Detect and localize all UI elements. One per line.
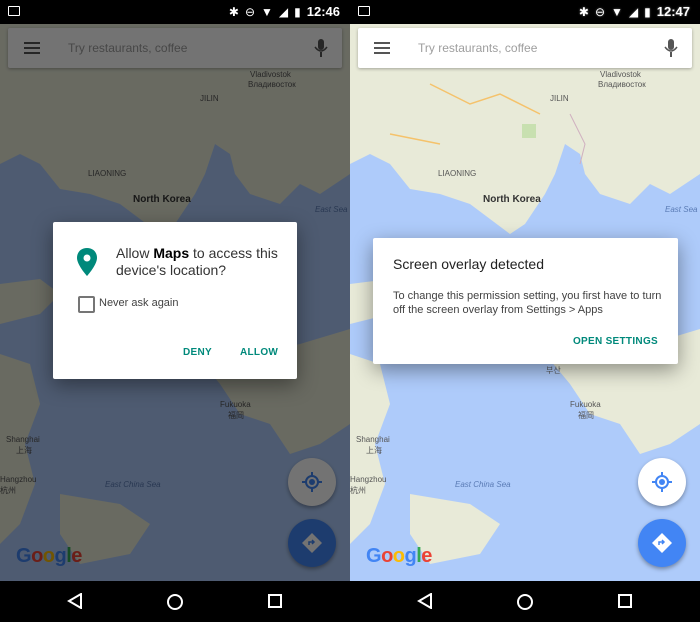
map-label-east-sea: East Sea — [665, 205, 698, 214]
open-settings-button[interactable]: OPEN SETTINGS — [573, 336, 658, 347]
clock: 12:46 — [306, 4, 340, 19]
image-notification-icon — [358, 6, 370, 16]
status-bar: ✱ ⊖ ▼ ◢ ▮ 12:46 — [0, 0, 350, 24]
clock: 12:47 — [656, 4, 690, 19]
never-ask-label[interactable]: Never ask again — [99, 297, 179, 309]
overlay-dialog-title: Screen overlay detected — [393, 256, 544, 272]
map-label-vladivostok: Vladivostok — [600, 70, 641, 79]
map-label-busan: 부산 — [546, 366, 561, 375]
wifi-icon: ▼ — [261, 4, 273, 19]
wifi-icon: ▼ — [611, 4, 623, 19]
map-label-fukuoka: Fukuoka — [570, 400, 601, 409]
recents-icon[interactable] — [267, 593, 283, 609]
search-placeholder: Try restaurants, coffee — [418, 41, 538, 55]
home-icon[interactable] — [166, 593, 184, 611]
overlay-dialog: Screen overlay detected To change this p… — [373, 238, 678, 364]
bluetooth-icon: ✱ — [578, 4, 589, 19]
left-screen: ✱ ⊖ ▼ ◢ ▮ 12:46 Vladivostok Владивосток … — [0, 0, 350, 622]
permission-dialog-title: Allow Maps to access this device's locat… — [116, 245, 286, 279]
directions-icon — [652, 533, 672, 553]
map-label-fukuoka-jp: 福岡 — [578, 411, 594, 420]
my-location-icon — [652, 472, 672, 492]
nav-bar — [350, 581, 700, 622]
google-logo: Google — [366, 545, 432, 567]
recents-icon[interactable] — [617, 593, 633, 609]
map-label-vladivostok-ru: Владивосток — [598, 80, 646, 89]
map-label-hangzhou-cn: 杭州 — [350, 486, 366, 495]
menu-icon[interactable] — [374, 42, 390, 57]
map-label-jilin: JILIN — [550, 94, 569, 103]
bluetooth-icon: ✱ — [228, 4, 239, 19]
map-label-east-china-sea: East China Sea — [455, 480, 511, 489]
nav-bar — [0, 581, 350, 622]
map-label-shanghai-cn: 上海 — [366, 446, 382, 455]
signal-icon: ◢ — [278, 4, 289, 19]
status-bar: ✱ ⊖ ▼ ◢ ▮ 12:47 — [350, 0, 700, 24]
battery-icon: ▮ — [644, 4, 651, 19]
right-screen: ✱ ⊖ ▼ ◢ ▮ 12:47 Vladivostok Владивосток … — [350, 0, 700, 622]
title-prefix: Allow — [116, 245, 154, 261]
back-icon[interactable] — [67, 593, 83, 609]
search-bar[interactable]: Try restaurants, coffee — [358, 28, 692, 68]
permission-dialog: Allow Maps to access this device's locat… — [53, 222, 297, 379]
directions-button[interactable] — [638, 519, 686, 567]
signal-icon: ◢ — [628, 4, 639, 19]
my-location-button[interactable] — [638, 458, 686, 506]
dnd-icon: ⊖ — [244, 4, 256, 19]
map-label-north-korea: North Korea — [483, 194, 541, 205]
app-name: Maps — [153, 245, 190, 261]
overlay-dialog-body: To change this permission setting, you f… — [393, 290, 662, 316]
battery-icon: ▮ — [294, 4, 301, 19]
never-ask-checkbox[interactable] — [78, 296, 95, 313]
mic-icon[interactable] — [664, 38, 678, 58]
map-label-liaoning: LIAONING — [438, 169, 477, 178]
allow-button[interactable]: ALLOW — [240, 347, 278, 358]
dnd-icon: ⊖ — [594, 4, 606, 19]
deny-button[interactable]: DENY — [183, 347, 212, 358]
location-pin-icon — [77, 248, 97, 276]
map-label-shanghai: Shanghai — [356, 435, 390, 444]
home-icon[interactable] — [516, 593, 534, 611]
map-label-hangzhou: Hangzhou — [350, 475, 387, 484]
back-icon[interactable] — [417, 593, 433, 609]
image-notification-icon — [8, 6, 20, 16]
